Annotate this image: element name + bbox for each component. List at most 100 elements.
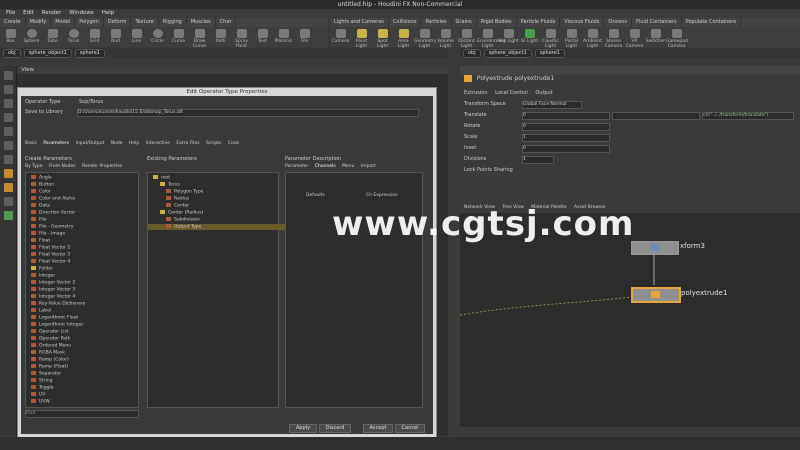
tree-item[interactable]: Polygon Type [166,189,203,195]
shelf-tab[interactable]: Model [51,18,76,27]
discard-button[interactable]: Discard [319,424,351,433]
crumb-node[interactable]: sphere_object1 [23,49,72,58]
point-light-tool[interactable]: Point Light [351,27,372,49]
file-tool[interactable]: File [294,27,315,47]
list-item[interactable]: Color [31,189,51,195]
shelf-tab[interactable]: Texture [131,18,159,27]
shelf-tab[interactable]: Populate Containers [682,18,741,27]
menu-help[interactable]: Help [102,9,115,18]
draw-curve-tool[interactable]: Draw Curve [189,27,210,49]
scale-tool-icon[interactable] [3,113,13,122]
crumb-node[interactable]: sphere_object1 [483,49,532,58]
crumb-obj[interactable]: obj [3,49,21,58]
transform-space-menu[interactable]: Global Face Normal [522,101,582,109]
grid-tool[interactable]: Grid [84,27,105,47]
platonic-tool[interactable]: Platonic [273,27,294,47]
geometry-light-tool[interactable]: Geometry Light [414,27,436,49]
render-icon[interactable] [3,211,13,220]
menu-windows[interactable]: Windows [69,9,94,18]
list-item[interactable]: File - Geometry [31,224,73,230]
gamepad-camera-tool[interactable]: Gamepad Camera [666,27,688,49]
inset-field[interactable]: 0 [522,145,610,153]
shelf-tab[interactable]: Oceans [604,18,633,27]
caustic-light-tool[interactable]: Caustic Light [540,27,561,49]
switcher-tool[interactable]: Switcher [645,27,666,47]
list-item[interactable]: Logarithmic Float [31,315,78,321]
list-item[interactable]: UV [31,392,45,398]
volume-light-tool[interactable]: Volume Light [435,27,456,49]
tab-output[interactable]: Output [535,90,552,96]
tab-node[interactable]: Node [111,141,123,146]
tree-item[interactable]: Center [166,203,189,209]
list-item[interactable]: File - Image [31,231,65,237]
list-item[interactable]: Label [31,308,51,314]
list-item[interactable]: Ordered Menu [31,343,71,349]
display-options-icon[interactable] [3,197,13,206]
vr-camera-tool[interactable]: VR Camera [624,27,645,49]
translate-field[interactable]: 0 [522,112,610,120]
list-item[interactable]: Logarithmic Integer [31,322,83,328]
shelf-tab[interactable]: Deform [104,18,132,27]
tab-local-control[interactable]: Local Control [495,90,528,96]
shelf-tab[interactable]: Lights and Cameras [330,18,389,27]
box-tool[interactable]: Box [0,27,21,47]
list-item[interactable]: Integer Vector 2 [31,280,75,286]
tab-extra-files[interactable]: Extra Files [176,141,199,146]
null-tool[interactable]: Null [105,27,126,47]
translate-y-field[interactable] [612,112,700,120]
list-item[interactable]: Integer Vector 4 [31,294,75,300]
cancel-button[interactable]: Cancel [395,424,425,433]
list-item[interactable]: Separator [31,371,61,377]
stereo-camera-tool[interactable]: Stereo Camera [603,27,624,49]
tab-extrusion[interactable]: Extrusion [464,90,488,96]
sky-light-tool[interactable]: Sky Light [498,27,519,47]
shelf-tab[interactable]: Rigging [159,18,187,27]
list-item[interactable]: RGBA Mask [31,350,65,356]
sphere-tool[interactable]: Sphere [21,27,42,47]
menu-edit[interactable]: Edit [23,9,34,18]
shelf-tab[interactable]: Grains [452,18,477,27]
spray-paint-tool[interactable]: Spray Paint [231,27,252,49]
find-field[interactable]: Find [25,410,139,418]
list-item[interactable]: Float [31,238,50,244]
select-tool-icon[interactable] [3,71,13,80]
list-item[interactable]: Ramp (Float) [31,364,68,370]
tab-help[interactable]: Help [129,141,139,146]
tree-item[interactable]: Torus [160,182,180,188]
list-item[interactable]: Float Vector 2 [31,245,70,251]
menu-render[interactable]: Render [42,9,62,18]
environment-light-tool[interactable]: Environment Light [477,27,506,49]
existing-params-tree[interactable]: root Torus Polygon Type Radius Center Ce… [147,172,294,408]
list-item[interactable]: Angle [31,175,52,181]
shelf-tab[interactable]: Rigid Bodies [477,18,517,27]
shelf-tab[interactable]: Fluid Containers [632,18,682,27]
ambient-light-tool[interactable]: Ambient Light [582,27,603,49]
list-item[interactable]: File [31,217,47,223]
tree-item-selected[interactable]: Output Type [148,224,294,230]
tree-item[interactable]: Center (Radius) [160,210,203,216]
tree-item[interactable]: Subdivision [166,217,200,223]
tab-parameter[interactable]: Parameter [285,164,308,169]
list-item[interactable]: Data [31,203,50,209]
distant-light-tool[interactable]: Distant Light [456,27,477,49]
shelf-tab[interactable]: Modify [26,18,52,27]
list-item[interactable]: Folder [31,266,53,272]
save-library-field[interactable]: D:/Users/xuanm/houdini15.0/otls/sop_Toru… [77,109,419,117]
list-item[interactable]: Direction Vector [31,210,75,216]
list-item[interactable]: Operator List [31,329,68,335]
circle-tool[interactable]: Circle [147,27,168,47]
list-item[interactable]: Integer [31,273,55,279]
list-item[interactable]: Float Vector 3 [31,252,70,258]
tab-from-nodes[interactable]: From Nodes [49,164,76,169]
list-item[interactable]: Toggle [31,385,53,391]
param-type-list[interactable]: Angle Button Color Color and Alpha Data … [25,172,139,408]
shelf-tab[interactable]: Particle Fluids [517,18,561,27]
list-item[interactable]: String [31,378,52,384]
translate-expr-field[interactable]: ch("../../transform/translate") [702,112,794,120]
tab-scripts[interactable]: Scripts [206,141,221,146]
list-item[interactable]: Float Vector 4 [31,259,70,265]
rotate-tool-icon[interactable] [3,99,13,108]
tab-by-type[interactable]: By Type [25,164,43,169]
path-tool[interactable]: Path [210,27,231,47]
divisions-field[interactable]: 1 [522,156,554,164]
